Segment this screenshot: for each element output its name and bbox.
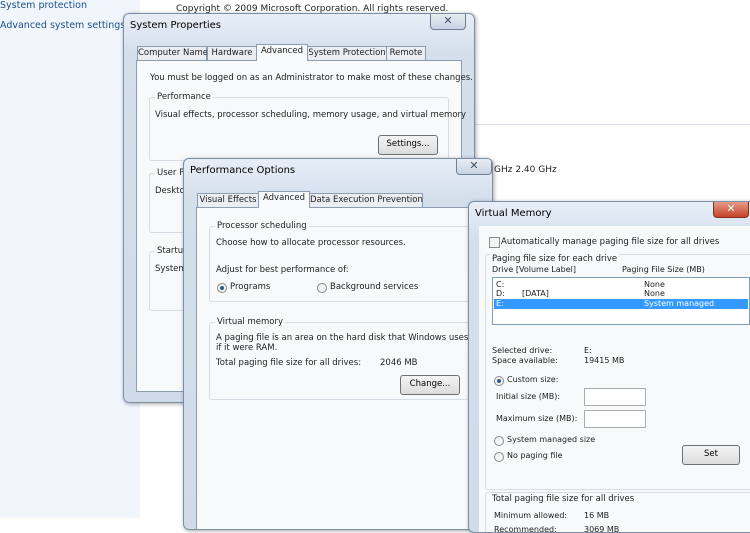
- minimum-allowed-label: Minimum allowed:: [494, 511, 568, 520]
- change-button[interactable]: Change...: [400, 375, 460, 395]
- performance-options-window: Performance Options ✕ Visual Effects Adv…: [183, 158, 493, 530]
- close-button[interactable]: ✕: [430, 14, 466, 30]
- window-title: Performance Options: [190, 165, 296, 176]
- performance-label: Performance: [155, 92, 213, 102]
- system-managed-radio[interactable]: [494, 436, 504, 446]
- processor-desc: Choose how to allocate processor resourc…: [216, 238, 406, 248]
- programs-label: Programs: [230, 282, 271, 292]
- virtual-memory-body: Automatically manage paging file size fo…: [479, 226, 750, 532]
- tab-hardware[interactable]: Hardware: [207, 46, 257, 60]
- performance-group: Performance Visual effects, processor sc…: [149, 92, 466, 161]
- performance-settings-button[interactable]: Settings...: [378, 135, 438, 155]
- adjust-label: Adjust for best performance of:: [216, 265, 349, 275]
- tab-advanced[interactable]: Advanced: [258, 191, 310, 208]
- tab-advanced[interactable]: Advanced: [256, 44, 308, 61]
- drive-size: System managed: [644, 299, 715, 308]
- maximum-size-input[interactable]: [584, 410, 646, 428]
- space-available-label: Space available:: [492, 356, 558, 365]
- programs-radio[interactable]: [217, 283, 227, 293]
- virtual-memory-group: Virtual memory A paging file is an area …: [209, 317, 481, 400]
- tab-system-protection[interactable]: System Protection: [307, 46, 387, 60]
- tab-data-execution-prevention[interactable]: Data Execution Prevention: [309, 193, 423, 207]
- drive-letter: D:: [496, 289, 505, 298]
- total-paging-label: Total paging file size for all drives: [490, 494, 637, 504]
- initial-size-input[interactable]: [584, 388, 646, 406]
- drive-size: None: [644, 289, 665, 298]
- virtual-memory-label: Virtual memory: [215, 317, 285, 327]
- initial-size-label: Initial size (MB):: [496, 392, 561, 401]
- system-managed-label: System managed size: [507, 435, 596, 444]
- drive-row-e[interactable]: E: System managed: [494, 299, 748, 309]
- user-profiles-desc: Deskto: [155, 186, 185, 196]
- admin-note: You must be logged on as an Administrato…: [150, 73, 473, 83]
- total-paging-group: Total paging file size for all drives Mi…: [485, 492, 750, 533]
- window-title: Virtual Memory: [475, 208, 552, 219]
- virtual-memory-desc-line2: if it were RAM.: [216, 343, 278, 353]
- paging-file-label: Paging file size for each drive: [490, 254, 620, 264]
- drive-volume-label: [DATA]: [522, 289, 549, 298]
- no-paging-label: No paging file: [507, 451, 563, 460]
- tab-computer-name[interactable]: Computer Name: [137, 46, 208, 60]
- paging-file-group: Paging file size for each drive Drive [V…: [485, 254, 750, 490]
- recommended-label: Recommended:: [494, 525, 557, 533]
- column-drive-header: Drive [Volume Label]: [492, 265, 576, 274]
- tab-strip: Visual Effects Advanced Data Execution P…: [197, 191, 457, 208]
- column-size-header: Paging File Size (MB): [622, 265, 705, 274]
- processor-scheduling-group: Processor scheduling Choose how to alloc…: [209, 221, 469, 302]
- background-services-radio[interactable]: [317, 283, 327, 293]
- virtual-memory-desc-line1: A paging file is an area on the hard dis…: [216, 333, 481, 343]
- set-button[interactable]: Set: [682, 445, 740, 465]
- advanced-tab-panel: Processor scheduling Choose how to alloc…: [196, 207, 481, 529]
- close-button[interactable]: ✕: [456, 159, 492, 175]
- startup-desc: System: [155, 264, 187, 274]
- space-available-value: 19415 MB: [584, 356, 625, 365]
- advanced-system-settings-link[interactable]: Advanced system settings: [0, 20, 125, 31]
- left-nav-pane: System protection Advanced system settin…: [0, 0, 140, 518]
- system-protection-link[interactable]: System protection: [0, 0, 87, 11]
- close-button[interactable]: ✕: [713, 202, 749, 218]
- performance-desc: Visual effects, processor scheduling, me…: [155, 110, 467, 120]
- custom-size-radio[interactable]: [494, 376, 504, 386]
- virtual-memory-window: Virtual Memory ✕ Automatically manage pa…: [468, 201, 750, 533]
- minimum-allowed-value: 16 MB: [584, 511, 610, 520]
- drive-letter: E:: [496, 299, 504, 308]
- tab-visual-effects[interactable]: Visual Effects: [197, 193, 259, 207]
- maximum-size-label: Maximum size (MB):: [496, 414, 578, 423]
- selected-drive-label: Selected drive:: [492, 346, 553, 355]
- close-icon: ✕: [443, 14, 453, 27]
- auto-manage-label: Automatically manage paging file size fo…: [501, 237, 720, 247]
- auto-manage-checkbox[interactable]: [489, 237, 500, 248]
- total-paging-label: Total paging file size for all drives:: [216, 358, 362, 368]
- divider: [470, 124, 750, 125]
- close-icon: ✕: [469, 159, 479, 172]
- tab-remote[interactable]: Remote: [386, 46, 426, 60]
- custom-size-label: Custom size:: [507, 375, 559, 384]
- tab-strip: Computer Name Hardware Advanced System P…: [137, 44, 427, 61]
- drive-list[interactable]: C: None D: [DATA] None E: System managed: [492, 277, 750, 325]
- window-title: System Properties: [130, 20, 222, 31]
- recommended-value: 3069 MB: [584, 525, 620, 533]
- background-services-label: Background services: [330, 282, 419, 292]
- no-paging-radio[interactable]: [494, 452, 504, 462]
- close-icon: ✕: [726, 202, 736, 215]
- total-paging-value: 2046 MB: [380, 358, 418, 368]
- cpu-speed-text: GHz 2.40 GHz: [494, 165, 557, 175]
- selected-drive-value: E:: [584, 346, 592, 355]
- processor-scheduling-label: Processor scheduling: [215, 221, 309, 231]
- drive-row-d[interactable]: D: [DATA] None: [494, 289, 748, 299]
